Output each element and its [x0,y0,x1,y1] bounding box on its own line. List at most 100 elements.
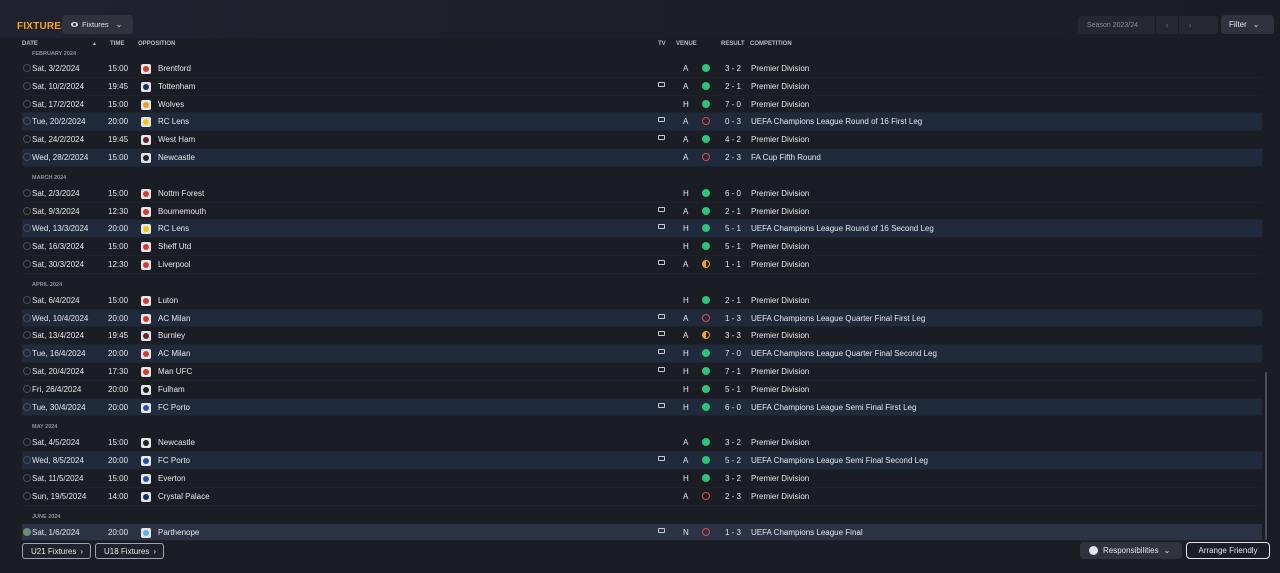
opposition-link[interactable]: West Ham [158,135,195,144]
fixture-row[interactable]: Tue, 16/4/2024 20:00 AC Milan H 7 - 0 UEFA Ch… [22,345,1262,363]
result-score[interactable]: 1 - 3 [725,528,741,537]
fixture-row[interactable]: Wed, 13/3/2024 20:00 RC Lens H 5 - 1 UEFA Cha… [22,220,1262,239]
competition-link[interactable]: UEFA Champions League Semi Final Second … [751,456,928,465]
col-venue[interactable]: VENUE [676,41,697,47]
select-radio[interactable] [23,259,31,268]
fixture-row[interactable]: Sat, 17/2/2024 15:00 Wolves H 7 - 0 Premier D… [22,96,1262,114]
col-date[interactable]: DATE [22,41,38,47]
fixture-row[interactable]: Sat, 10/2/2024 19:45 Tottenham A 2 - 1 Premie… [22,78,1262,96]
result-score[interactable]: 3 - 3 [725,331,741,340]
select-radio[interactable] [23,438,31,447]
opposition-link[interactable]: RC Lens [158,117,189,126]
u18-fixtures-button[interactable]: U18 Fixtures › [95,543,164,559]
select-radio[interactable] [23,81,31,90]
competition-link[interactable]: Premier Division [751,189,809,198]
result-score[interactable]: 5 - 1 [725,385,741,394]
opposition-link[interactable]: FC Porto [158,456,190,465]
result-score[interactable]: 7 - 0 [725,349,741,358]
result-score[interactable]: 5 - 1 [725,224,741,233]
result-score[interactable]: 3 - 2 [725,438,741,447]
opposition-link[interactable]: Bournemouth [158,207,206,216]
result-score[interactable]: 7 - 0 [725,100,741,109]
opposition-link[interactable]: Newcastle [158,153,195,162]
select-radio[interactable] [23,349,31,358]
fixture-row[interactable]: Sat, 1/6/2024 20:00 Parthenope N 1 - 3 UEFA C… [22,523,1262,542]
fixtures-view-dropdown[interactable]: Fixtures ⌄ [62,15,133,34]
competition-link[interactable]: Premier Division [751,492,809,501]
fixture-row[interactable]: Sat, 16/3/2024 15:00 Sheff Utd H 5 - 1 Premie… [22,238,1262,256]
fixture-row[interactable]: Sat, 11/5/2024 15:00 Everton H 3 - 2 Premier … [22,470,1262,488]
select-radio[interactable] [23,135,31,144]
result-score[interactable]: 2 - 3 [725,153,741,162]
select-radio[interactable] [23,491,31,500]
competition-link[interactable]: Premier Division [751,331,809,340]
result-score[interactable]: 1 - 3 [725,314,741,323]
col-opposition[interactable]: OPPOSITION [138,41,175,47]
select-radio[interactable] [23,456,31,465]
col-competition[interactable]: COMPETITION [750,41,792,47]
result-score[interactable]: 5 - 1 [725,242,741,251]
competition-link[interactable]: UEFA Champions League Quarter Final Firs… [751,314,925,323]
select-radio[interactable] [23,224,31,233]
select-radio[interactable] [23,384,31,393]
select-radio[interactable] [23,188,31,197]
col-tv[interactable]: TV [658,41,666,47]
competition-link[interactable]: Premier Division [751,260,809,269]
fixture-row[interactable]: Sat, 24/2/2024 19:45 West Ham A 4 - 2 Premier… [22,131,1262,149]
opposition-link[interactable]: Everton [158,474,186,483]
opposition-link[interactable]: Tottenham [158,82,195,91]
competition-link[interactable]: UEFA Champions League Final [751,528,863,537]
season-selector[interactable]: Season 2023/24 ‹ › [1078,16,1218,34]
select-radio[interactable] [23,527,31,536]
fixture-row[interactable]: Sat, 2/3/2024 15:00 Nottm Forest H 6 - 0 Prem… [22,185,1262,203]
competition-link[interactable]: Premier Division [751,296,809,305]
select-radio[interactable] [23,206,31,215]
fixture-row[interactable]: Tue, 30/4/2024 20:00 FC Porto H 6 - 0 UEFA Ch… [22,398,1262,417]
competition-link[interactable]: Premier Division [751,100,809,109]
competition-link[interactable]: Premier Division [751,82,809,91]
opposition-link[interactable]: Brentford [158,64,191,73]
fixture-row[interactable]: Wed, 8/5/2024 20:00 FC Porto A 5 - 2 UEFA Cha… [22,452,1262,470]
opposition-link[interactable]: Parthenope [158,528,199,537]
u21-fixtures-button[interactable]: U21 Fixtures › [22,543,91,559]
competition-link[interactable]: UEFA Champions League Quarter Final Seco… [751,349,937,358]
select-radio[interactable] [23,402,31,411]
competition-link[interactable]: UEFA Champions League Round of 16 First … [751,117,922,126]
opposition-link[interactable]: Sheff Utd [158,242,191,251]
col-time[interactable]: TIME [110,41,124,47]
opposition-link[interactable]: RC Lens [158,224,189,233]
result-score[interactable]: 2 - 3 [725,492,741,501]
prev-season-icon[interactable]: ‹ [1156,20,1178,30]
scrollbar[interactable] [1265,372,1267,540]
fixture-row[interactable]: Sat, 9/3/2024 12:30 Bournemouth A 2 - 1 Premi… [22,203,1262,221]
opposition-link[interactable]: Man UFC [158,367,192,376]
next-season-icon[interactable]: › [1179,20,1201,30]
select-radio[interactable] [23,331,31,340]
opposition-link[interactable]: Fulham [158,385,185,394]
select-radio[interactable] [23,64,31,72]
fixture-row[interactable]: Sat, 13/4/2024 19:45 Burnley A 3 - 3 Premier … [22,327,1262,346]
fixture-row[interactable]: Sat, 4/5/2024 15:00 Newcastle A 3 - 2 Premier… [22,434,1262,453]
responsibilities-button[interactable]: Responsibilities ⌄ [1080,542,1182,559]
result-score[interactable]: 6 - 0 [725,403,741,412]
competition-link[interactable]: UEFA Champions League Round of 16 Second… [751,224,934,233]
result-score[interactable]: 1 - 1 [725,260,741,269]
competition-link[interactable]: UEFA Champions League Semi Final First L… [751,403,916,412]
select-radio[interactable] [23,313,31,322]
opposition-link[interactable]: FC Porto [158,403,190,412]
fixture-row[interactable]: Tue, 20/2/2024 20:00 RC Lens A 0 - 3 UEFA Cha… [22,113,1262,132]
opposition-link[interactable]: Newcastle [158,438,195,447]
opposition-link[interactable]: AC Milan [158,314,190,323]
opposition-link[interactable]: Crystal Palace [158,492,210,501]
result-score[interactable]: 5 - 2 [725,456,741,465]
fixture-row[interactable]: Wed, 28/2/2024 15:00 Newcastle A 2 - 3 FA Cup… [22,148,1262,167]
fixture-row[interactable]: Sun, 19/5/2024 14:00 Crystal Palace A 2 - 3 P… [22,488,1262,506]
competition-link[interactable]: Premier Division [751,135,809,144]
result-score[interactable]: 7 - 1 [725,367,741,376]
result-score[interactable]: 4 - 2 [725,135,741,144]
competition-link[interactable]: Premier Division [751,367,809,376]
competition-link[interactable]: Premier Division [751,385,809,394]
fixture-row[interactable]: Fri, 26/4/2024 20:00 Fulham H 5 - 1 Premier D… [22,381,1262,399]
col-result[interactable]: RESULT [721,41,745,47]
fixture-row[interactable]: Sat, 3/2/2024 15:00 Brentford A 3 - 2 Premier… [22,60,1262,78]
